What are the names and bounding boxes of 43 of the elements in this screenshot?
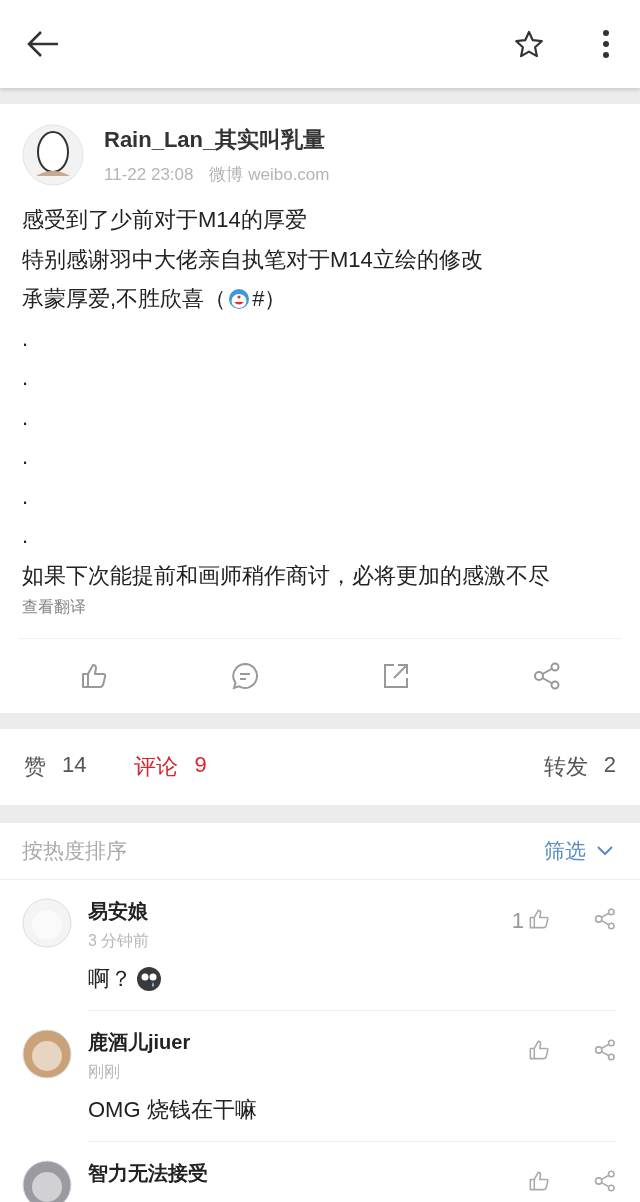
avatar[interactable]	[22, 124, 84, 186]
star-icon[interactable]	[514, 30, 544, 58]
like-icon[interactable]	[528, 1170, 550, 1192]
post-text-line: 特别感谢羽中大佬亲自执笔对于M14立绘的修改	[22, 245, 484, 274]
stats-tab[interactable]: 评论 9	[134, 752, 207, 782]
emoji-icon	[228, 287, 251, 310]
post-text-line: .	[22, 522, 30, 550]
comment-text: 啊？	[88, 965, 132, 993]
like-icon[interactable]	[528, 908, 550, 930]
share-icon[interactable]	[594, 908, 616, 930]
comment-time: 刚刚	[88, 1062, 121, 1082]
share-icon[interactable]	[532, 662, 561, 690]
more-icon[interactable]	[602, 29, 610, 59]
post-text-line: .	[22, 443, 30, 471]
stats-tab[interactable]: 赞 14	[24, 752, 87, 782]
like-icon[interactable]	[528, 1039, 550, 1061]
post-text-line: .	[22, 482, 30, 511]
commenter-name[interactable]: 智力无法接受	[88, 1160, 524, 1187]
post-text-line: .	[22, 324, 30, 353]
commenter-name[interactable]: 易安娘	[88, 898, 508, 925]
post-text-line: 承蒙厚爱,不胜欣喜（ #）	[22, 285, 288, 313]
commenter-name[interactable]: 鹿酒儿jiuer	[88, 1029, 524, 1056]
share-icon[interactable]	[594, 1170, 616, 1192]
comment-text: OMG 烧钱在干嘛	[88, 1096, 257, 1124]
author-name[interactable]: Rain_Lan_其实叫乳量	[104, 124, 330, 155]
like-icon[interactable]	[79, 662, 108, 690]
post-text-line: .	[22, 364, 30, 392]
post-text-line: 感受到了少前对于M14的厚爱	[22, 206, 308, 234]
post-text-line: .	[22, 403, 30, 432]
stats-tab[interactable]: 转发 2	[543, 752, 616, 782]
post-text-line: 如果下次能提前和画师稍作商讨，必将更加的感激不尽	[22, 561, 551, 590]
back-icon[interactable]	[26, 30, 60, 58]
comment-time: 3 分钟前	[88, 931, 151, 951]
repost-icon[interactable]	[381, 662, 410, 690]
comment-icon[interactable]	[230, 662, 259, 690]
like-count: 1	[511, 908, 524, 934]
chevron-down-icon[interactable]	[596, 845, 614, 857]
post-time: 11-22 23:08	[104, 164, 194, 184]
translate-link[interactable]: 查看翻译	[22, 597, 86, 638]
filter-button[interactable]: 筛选	[544, 837, 614, 865]
share-icon[interactable]	[594, 1039, 616, 1061]
emoji-icon	[136, 966, 162, 992]
post-source: 微博 weibo.com	[209, 164, 330, 184]
